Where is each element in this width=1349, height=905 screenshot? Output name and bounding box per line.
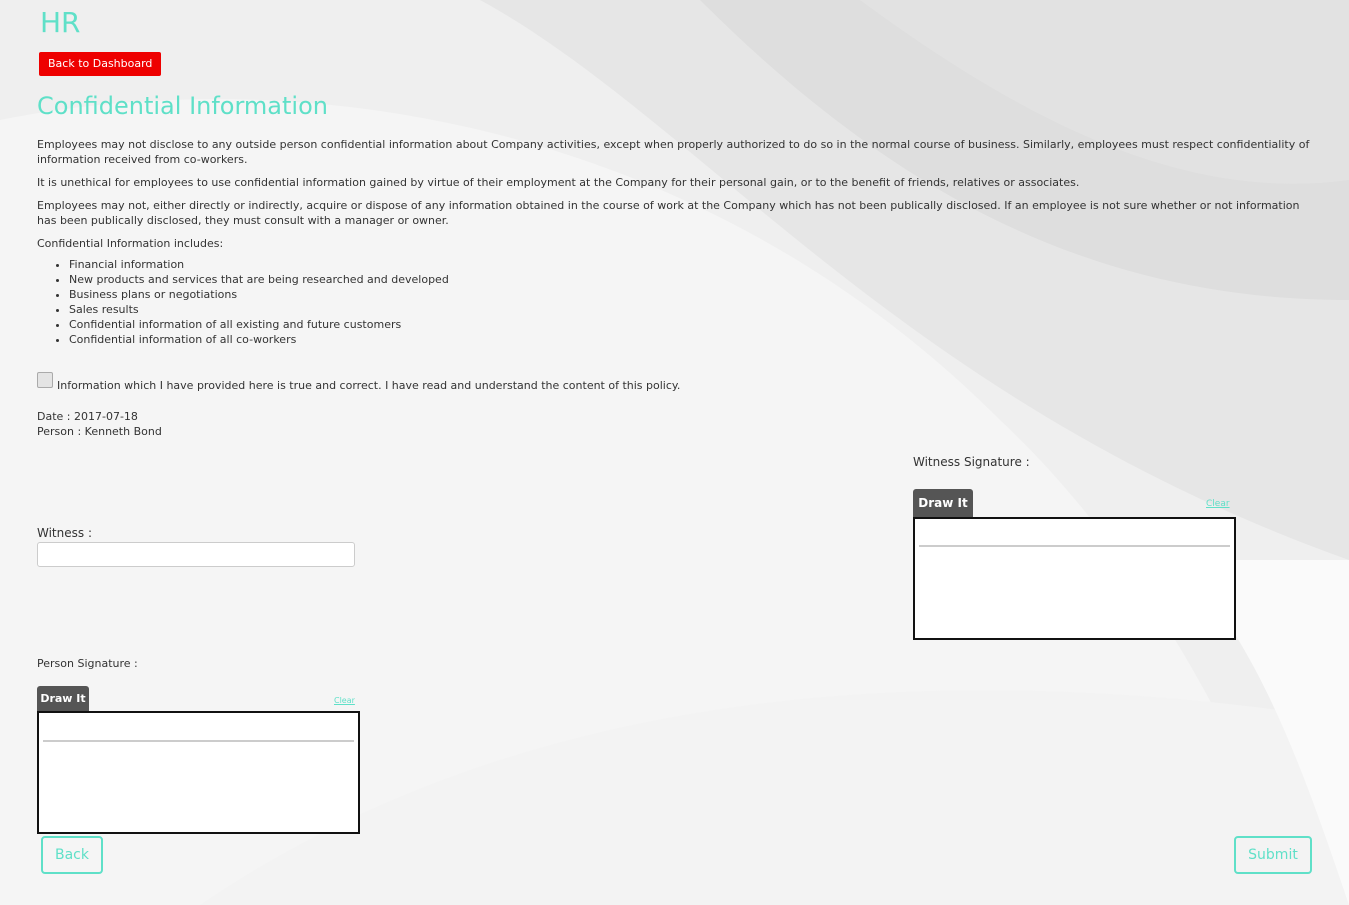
person-signature-pad[interactable] — [37, 711, 360, 834]
list-item: Sales results — [69, 302, 1312, 317]
back-to-dashboard-button[interactable]: Back to Dashboard — [39, 52, 162, 76]
person-line: Person : Kenneth Bond — [37, 425, 162, 438]
policy-paragraph: Employees may not disclose to any outsid… — [37, 138, 1310, 166]
agreement-label: Information which I have provided here i… — [57, 378, 681, 392]
witness-signature-pad[interactable] — [913, 517, 1236, 640]
record-meta: Date : 2017-07-18 Person : Kenneth Bond — [37, 409, 162, 439]
list-item: New products and services that are being… — [69, 272, 1312, 287]
signature-baseline — [43, 740, 354, 742]
witness-signature-block: Witness Signature : Draw It Clear — [913, 455, 1237, 641]
witness-draw-it-tab[interactable]: Draw It — [913, 489, 973, 517]
list-item: Confidential information of all co-worke… — [69, 332, 1312, 347]
confidential-items-list: Financial information New products and s… — [37, 257, 1312, 347]
list-intro: Confidential Information includes: — [37, 237, 224, 250]
back-button[interactable]: Back — [41, 836, 103, 874]
person-clear-link[interactable]: Clear — [334, 696, 355, 705]
policy-paragraph: It is unethical for employees to use con… — [37, 176, 1080, 189]
witness-input[interactable] — [37, 542, 355, 567]
witness-clear-link[interactable]: Clear — [1206, 499, 1230, 509]
signature-baseline — [919, 545, 1230, 547]
witness-signature-label: Witness Signature : — [913, 455, 1030, 469]
list-item: Confidential information of all existing… — [69, 317, 1312, 332]
witness-label: Witness : — [37, 526, 92, 540]
list-item: Business plans or negotiations — [69, 287, 1312, 302]
policy-text: Employees may not disclose to any outsid… — [37, 137, 1312, 347]
app-title: HR — [40, 6, 81, 39]
policy-paragraph: Employees may not, either directly or in… — [37, 199, 1300, 227]
list-item: Financial information — [69, 257, 1312, 272]
person-signature-block: Person Signature : Draw It Clear — [37, 657, 361, 835]
person-signature-label: Person Signature : — [37, 657, 138, 670]
page-title: Confidential Information — [37, 92, 328, 120]
agreement-row: Information which I have provided here i… — [37, 372, 681, 392]
date-line: Date : 2017-07-18 — [37, 410, 138, 423]
person-draw-it-tab[interactable]: Draw It — [37, 686, 89, 712]
agreement-checkbox[interactable] — [37, 372, 53, 388]
submit-button[interactable]: Submit — [1234, 836, 1312, 874]
